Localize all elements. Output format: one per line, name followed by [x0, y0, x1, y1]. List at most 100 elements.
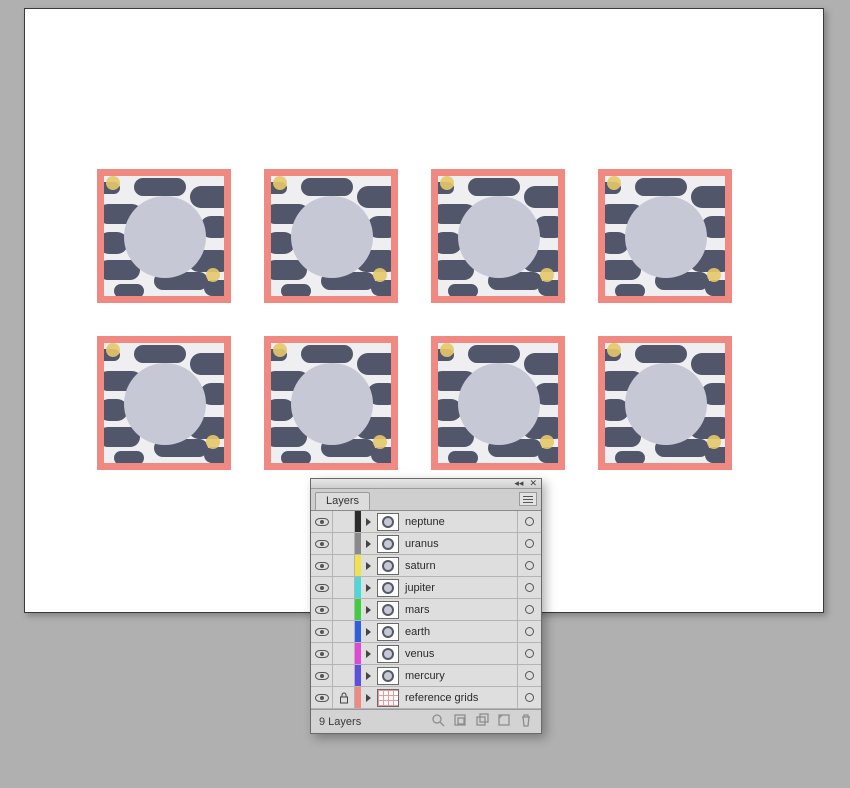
- planet-tile[interactable]: [598, 336, 732, 470]
- layer-row[interactable]: jupiter: [311, 577, 541, 599]
- disclosure-toggle[interactable]: [361, 687, 375, 708]
- planet-tile[interactable]: [264, 336, 398, 470]
- layer-target-button[interactable]: [517, 643, 541, 664]
- planet-thumbnail-icon: [382, 604, 394, 616]
- layer-name[interactable]: uranus: [403, 538, 517, 550]
- lock-toggle[interactable]: [333, 621, 355, 642]
- target-circle-icon: [525, 649, 534, 658]
- planet-thumbnail-icon: [382, 516, 394, 528]
- layer-name[interactable]: mercury: [403, 670, 517, 682]
- eye-icon: [315, 628, 329, 636]
- layer-row[interactable]: venus: [311, 643, 541, 665]
- disclosure-toggle[interactable]: [361, 511, 375, 532]
- lock-toggle[interactable]: [333, 643, 355, 664]
- target-circle-icon: [525, 671, 534, 680]
- layer-thumbnail[interactable]: [377, 689, 399, 707]
- locate-layer-icon: [431, 713, 445, 730]
- disclosure-toggle[interactable]: [361, 643, 375, 664]
- layer-row[interactable]: saturn: [311, 555, 541, 577]
- clipping-mask-button[interactable]: [449, 713, 471, 730]
- panel-close-icon[interactable]: ✕: [529, 479, 537, 488]
- layer-name[interactable]: earth: [403, 626, 517, 638]
- layer-name[interactable]: saturn: [403, 560, 517, 572]
- lock-icon: [339, 692, 349, 704]
- lock-toggle[interactable]: [333, 599, 355, 620]
- target-circle-icon: [525, 693, 534, 702]
- layer-thumbnail[interactable]: [377, 579, 399, 597]
- planet-tile[interactable]: [97, 336, 231, 470]
- planet-tile[interactable]: [598, 169, 732, 303]
- new-sublayer-button[interactable]: [471, 713, 493, 730]
- locate-layer-button[interactable]: [427, 713, 449, 730]
- layer-thumbnail[interactable]: [377, 557, 399, 575]
- layer-thumbnail[interactable]: [377, 645, 399, 663]
- disclosure-toggle[interactable]: [361, 621, 375, 642]
- lock-toggle[interactable]: [333, 511, 355, 532]
- triangle-right-icon: [366, 606, 371, 614]
- layer-thumbnail[interactable]: [377, 601, 399, 619]
- disclosure-toggle[interactable]: [361, 665, 375, 686]
- disclosure-toggle[interactable]: [361, 533, 375, 554]
- layer-target-button[interactable]: [517, 511, 541, 532]
- layer-target-button[interactable]: [517, 533, 541, 554]
- new-layer-button[interactable]: [493, 713, 515, 730]
- disclosure-toggle[interactable]: [361, 555, 375, 576]
- layer-name[interactable]: neptune: [403, 516, 517, 528]
- clipping-mask-icon: [453, 713, 467, 730]
- layer-name[interactable]: mars: [403, 604, 517, 616]
- delete-layer-button[interactable]: [515, 713, 537, 730]
- layer-target-button[interactable]: [517, 621, 541, 642]
- layer-target-button[interactable]: [517, 577, 541, 598]
- panel-header[interactable]: ◂◂ ✕: [311, 479, 541, 489]
- layer-count: 9 Layers: [315, 716, 427, 728]
- visibility-toggle[interactable]: [311, 511, 333, 532]
- layers-panel[interactable]: ◂◂ ✕ Layers neptune uranus saturn jupiter ma…: [310, 478, 542, 734]
- layer-row[interactable]: mars: [311, 599, 541, 621]
- layer-target-button[interactable]: [517, 687, 541, 708]
- visibility-toggle[interactable]: [311, 687, 333, 708]
- planet-tile[interactable]: [264, 169, 398, 303]
- layer-name[interactable]: venus: [403, 648, 517, 660]
- visibility-toggle[interactable]: [311, 599, 333, 620]
- lock-toggle[interactable]: [333, 555, 355, 576]
- layers-list: neptune uranus saturn jupiter mars earth venus…: [311, 511, 541, 709]
- visibility-toggle[interactable]: [311, 577, 333, 598]
- planet-thumbnail-icon: [382, 670, 394, 682]
- panel-menu-icon[interactable]: [519, 492, 537, 506]
- layer-name[interactable]: jupiter: [403, 582, 517, 594]
- lock-toggle[interactable]: [333, 577, 355, 598]
- visibility-toggle[interactable]: [311, 533, 333, 554]
- visibility-toggle[interactable]: [311, 621, 333, 642]
- tab-layers[interactable]: Layers: [315, 492, 370, 510]
- layer-target-button[interactable]: [517, 665, 541, 686]
- planet-tile[interactable]: [431, 336, 565, 470]
- lock-toggle[interactable]: [333, 665, 355, 686]
- target-circle-icon: [525, 561, 534, 570]
- layer-row[interactable]: reference grids: [311, 687, 541, 709]
- layer-row[interactable]: earth: [311, 621, 541, 643]
- eye-icon: [315, 562, 329, 570]
- disclosure-toggle[interactable]: [361, 577, 375, 598]
- visibility-toggle[interactable]: [311, 643, 333, 664]
- lock-toggle[interactable]: [333, 687, 355, 708]
- eye-icon: [315, 694, 329, 702]
- eye-icon: [315, 650, 329, 658]
- lock-toggle[interactable]: [333, 533, 355, 554]
- layer-target-button[interactable]: [517, 599, 541, 620]
- target-circle-icon: [525, 605, 534, 614]
- layer-target-button[interactable]: [517, 555, 541, 576]
- layer-thumbnail[interactable]: [377, 513, 399, 531]
- visibility-toggle[interactable]: [311, 665, 333, 686]
- planet-tile[interactable]: [431, 169, 565, 303]
- layer-thumbnail[interactable]: [377, 667, 399, 685]
- layer-row[interactable]: mercury: [311, 665, 541, 687]
- panel-collapse-icon[interactable]: ◂◂: [514, 479, 523, 488]
- visibility-toggle[interactable]: [311, 555, 333, 576]
- layer-name[interactable]: reference grids: [403, 692, 517, 704]
- layer-row[interactable]: uranus: [311, 533, 541, 555]
- layer-thumbnail[interactable]: [377, 623, 399, 641]
- layer-row[interactable]: neptune: [311, 511, 541, 533]
- disclosure-toggle[interactable]: [361, 599, 375, 620]
- layer-thumbnail[interactable]: [377, 535, 399, 553]
- planet-tile[interactable]: [97, 169, 231, 303]
